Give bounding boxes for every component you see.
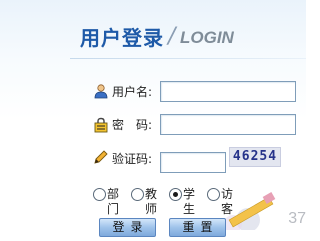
lock-icon: [93, 117, 109, 133]
page-subtitle: LOGIN: [180, 28, 234, 47]
page-title: 用户登录: [80, 26, 164, 50]
radio-department[interactable]: [93, 188, 106, 201]
title-separator: /: [168, 24, 176, 49]
captcha-image[interactable]: 46254: [229, 147, 281, 167]
radio-student-label: 学生: [183, 187, 196, 216]
password-field[interactable]: [160, 114, 296, 135]
corner-decoration-text: 37: [288, 210, 306, 227]
username-label: 用户名:: [112, 85, 153, 99]
username-field[interactable]: [160, 81, 296, 102]
radio-teacher[interactable]: [131, 188, 144, 201]
pencil-icon: [93, 149, 109, 165]
title-divider: [70, 58, 306, 59]
reset-button[interactable]: 重置: [169, 218, 226, 237]
password-label: 密 码:: [112, 118, 153, 132]
user-icon: [93, 83, 109, 99]
radio-department-label: 部门: [107, 187, 120, 216]
captcha-label: 验证码:: [112, 152, 153, 166]
login-panel: 用户登录 / LOGIN 用户名: 密 码: 验证码: 46254 部门 教师 …: [0, 0, 306, 241]
captcha-field[interactable]: [160, 152, 226, 173]
login-button[interactable]: 登录: [99, 218, 156, 237]
radio-teacher-label: 教师: [145, 187, 158, 216]
radio-student[interactable]: [169, 188, 182, 201]
